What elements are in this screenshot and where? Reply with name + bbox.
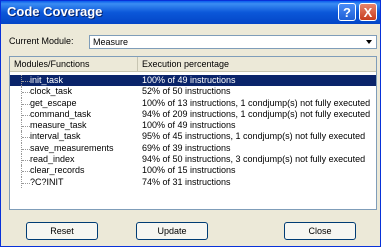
execution-percentage: 52% of 50 instructions xyxy=(142,86,231,97)
current-module-value: Measure xyxy=(93,37,129,47)
table-row[interactable]: clear_records 100% of 15 instructions xyxy=(10,165,376,177)
table-row[interactable]: interval_task 95% of 45 instructions, 1 … xyxy=(10,131,376,143)
table-row[interactable]: measure_task 100% of 49 instructions xyxy=(10,120,376,132)
execution-percentage: 94% of 50 instructions, 3 condjump(s) no… xyxy=(142,154,366,165)
reset-button[interactable]: Reset xyxy=(26,222,98,240)
update-button[interactable]: Update xyxy=(136,222,208,240)
table-row[interactable]: get_escape 100% of 13 instructions, 1 co… xyxy=(10,97,376,109)
tree-connector xyxy=(21,97,30,109)
function-name: read_index xyxy=(30,154,75,165)
tree-connector xyxy=(21,176,30,188)
function-name: ?C?INIT xyxy=(30,176,64,187)
function-name: measure_task xyxy=(30,120,87,131)
help-button[interactable]: ? xyxy=(338,3,356,21)
execution-percentage: 100% of 15 instructions xyxy=(142,165,236,176)
tree-connector xyxy=(21,75,30,87)
execution-percentage: 95% of 45 instructions, 1 condjump(s) no… xyxy=(142,131,366,142)
column-header-modules[interactable]: Modules/Functions xyxy=(10,57,138,71)
list-rows: init_task 100% of 49 instructions clock_… xyxy=(10,75,376,188)
chevron-down-icon[interactable] xyxy=(363,36,376,48)
close-button[interactable]: Close xyxy=(284,222,356,240)
function-name: save_measurements xyxy=(30,142,114,153)
table-row[interactable]: ?C?INIT 74% of 31 instructions xyxy=(10,176,376,188)
list-header: Modules/Functions Execution percentage xyxy=(10,57,376,72)
coverage-list[interactable]: Modules/Functions Execution percentage i… xyxy=(9,56,377,210)
window-title: Code Coverage xyxy=(7,4,103,19)
current-module-label: Current Module: xyxy=(9,36,74,46)
current-module-select[interactable]: Measure xyxy=(89,35,377,49)
execution-percentage: 100% of 49 instructions xyxy=(142,120,236,131)
tree-connector xyxy=(21,120,30,132)
tree-connector xyxy=(21,142,30,155)
function-name: init_task xyxy=(30,75,64,85)
table-row[interactable]: save_measurements 69% of 39 instructions xyxy=(10,142,376,155)
table-row[interactable]: command_task 94% of 209 instructions, 1 … xyxy=(10,108,376,121)
function-name: command_task xyxy=(30,108,92,119)
function-name: interval_task xyxy=(30,131,81,142)
current-module-row: Current Module: Measure xyxy=(9,35,377,51)
table-row[interactable]: clock_task 52% of 50 instructions xyxy=(10,86,376,98)
tree-connector xyxy=(21,165,30,177)
table-row[interactable]: init_task 100% of 49 instructions xyxy=(10,75,376,87)
function-name: clear_records xyxy=(30,165,85,176)
column-header-execution[interactable]: Execution percentage xyxy=(138,57,376,71)
function-name: get_escape xyxy=(30,97,77,108)
execution-percentage: 94% of 209 instructions, 1 condjump(s) n… xyxy=(142,108,371,119)
execution-percentage: 74% of 31 instructions xyxy=(142,176,231,187)
tree-connector xyxy=(21,86,30,98)
execution-percentage: 69% of 39 instructions xyxy=(142,142,231,153)
tree-connector xyxy=(21,154,30,166)
function-name: clock_task xyxy=(30,86,73,97)
close-window-button[interactable]: X xyxy=(359,3,377,21)
execution-percentage: 100% of 49 instructions xyxy=(142,75,236,85)
title-bar: Code Coverage ? X xyxy=(1,1,380,24)
table-row[interactable]: read_index 94% of 50 instructions, 3 con… xyxy=(10,154,376,166)
tree-connector xyxy=(21,108,30,121)
execution-percentage: 100% of 13 instructions, 1 condjump(s) n… xyxy=(142,97,371,108)
code-coverage-window: Code Coverage ? X Current Module: Measur… xyxy=(0,0,381,247)
tree-connector xyxy=(21,131,30,143)
